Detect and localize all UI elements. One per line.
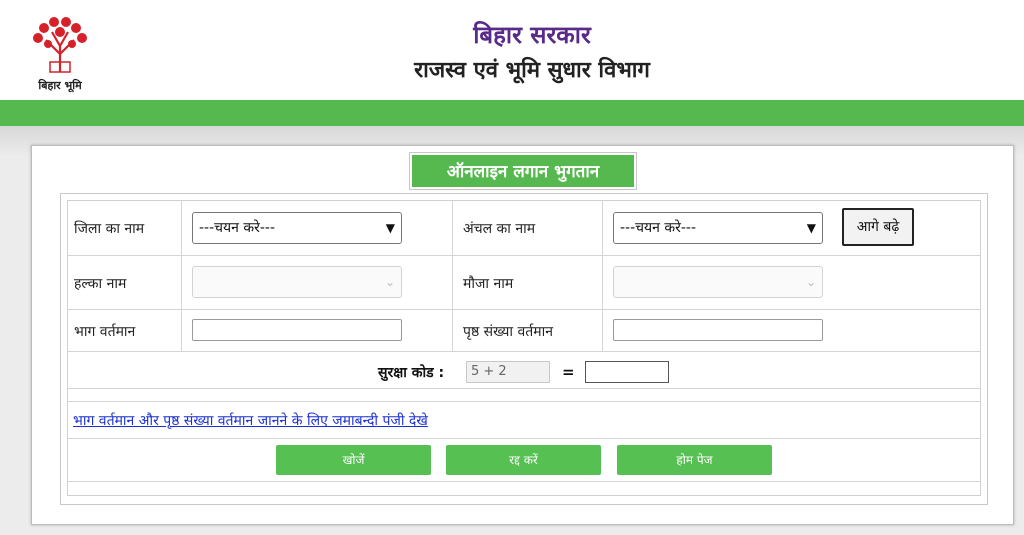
- circle-label: अंचल का नाम: [463, 221, 536, 237]
- row-divider: [67, 309, 981, 310]
- captcha-label: सुरक्षा कोड :: [378, 365, 445, 381]
- bhag-label: भाग वर्तमान: [74, 324, 136, 340]
- row-divider: [67, 255, 981, 256]
- green-band: [0, 100, 1024, 126]
- circle-select[interactable]: ---चयन करे--- ▼: [613, 212, 823, 244]
- district-label: जिला का नाम: [74, 221, 145, 237]
- chevron-down-icon: ▼: [385, 221, 395, 235]
- page-number-label: पृष्ठ संख्या वर्तमान: [463, 324, 554, 340]
- jamabandi-register-link[interactable]: भाग वर्तमान और पृष्ठ संख्या वर्तमान जानन…: [73, 411, 428, 430]
- equals-sign: =: [562, 363, 575, 381]
- next-button[interactable]: आगे बढ़े: [842, 208, 914, 246]
- chevron-down-icon: ⌄: [805, 275, 816, 289]
- row-divider: [67, 388, 981, 389]
- chevron-down-icon: ▼: [806, 221, 816, 235]
- row-divider: [67, 481, 981, 482]
- page-number-input[interactable]: [613, 319, 823, 341]
- mauja-select[interactable]: ⌄: [613, 266, 823, 298]
- captcha-question: 5 + 2: [466, 361, 550, 383]
- bhag-input[interactable]: [192, 319, 402, 341]
- panel-title: ऑनलाइन लगान भुगतान: [410, 153, 636, 189]
- row-divider: [67, 351, 981, 352]
- circle-select-value: ---चयन करे---: [620, 220, 697, 236]
- row-divider: [67, 401, 981, 402]
- halka-label: हल्का नाम: [74, 276, 127, 292]
- row-divider: [67, 438, 981, 439]
- district-select-value: ---चयन करे---: [199, 220, 276, 236]
- search-button[interactable]: खोजें: [276, 445, 431, 475]
- department-title: राजस्व एवं भूमि सुधार विभाग: [414, 58, 650, 83]
- cancel-button[interactable]: रद्द करें: [446, 445, 601, 475]
- halka-select[interactable]: ⌄: [192, 266, 402, 298]
- column-divider: [181, 200, 182, 351]
- captcha-input[interactable]: [585, 361, 669, 383]
- column-divider: [452, 200, 453, 351]
- district-select[interactable]: ---चयन करे--- ▼: [192, 212, 402, 244]
- chevron-down-icon: ⌄: [384, 275, 395, 289]
- government-title: बिहार सरकार: [473, 21, 591, 49]
- mauja-label: मौजा नाम: [463, 276, 514, 292]
- column-divider: [602, 200, 603, 351]
- home-page-button[interactable]: होम पेज: [617, 445, 772, 475]
- site-header: बिहार भूमि बिहार सरकार राजस्व एवं भूमि स…: [0, 0, 1024, 100]
